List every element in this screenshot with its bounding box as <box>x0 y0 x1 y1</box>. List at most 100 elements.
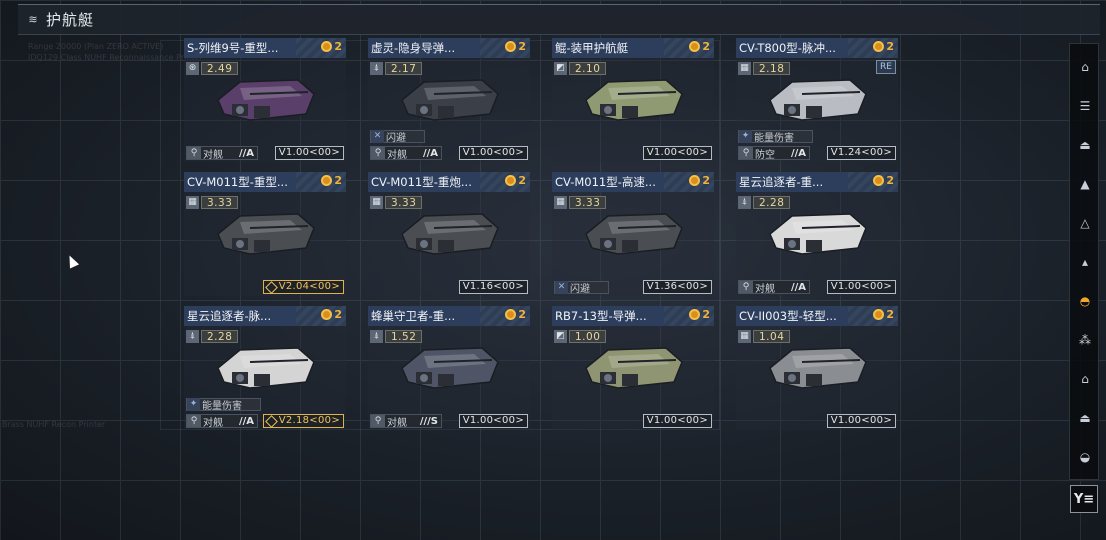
rail-button-flagship[interactable]: ⌂ <box>1070 48 1100 86</box>
medal-icon <box>873 309 885 320</box>
ship-card[interactable]: S-列维9号-重型... 2 ⊛ 2.49 ⚲ 对舰//A V1.00<00> <box>184 38 346 162</box>
ship-card[interactable]: CV-M011型-高速... 2 ▦ 3.33 ✕ 闪避 V1.36<00> <box>552 172 714 296</box>
ship-card[interactable]: CV-M011型-重炮... 2 ▦ 3.33 V1.16<00> <box>368 172 530 296</box>
rank-badge: 2 <box>505 174 526 187</box>
aircraft-icon: ⏏ <box>1079 411 1091 425</box>
version-badge: V2.04<00> <box>262 280 344 294</box>
trait-label: 闪避 <box>570 284 590 295</box>
ship-image <box>217 213 315 255</box>
medal-icon <box>689 309 701 320</box>
rail-button-fighter[interactable]: ⁂ <box>1070 321 1100 359</box>
rank-badge: 2 <box>873 308 894 321</box>
rail-button-frigate[interactable]: ▴ <box>1070 243 1100 281</box>
energy-icon: ✦ <box>739 130 752 143</box>
role-grade: //A <box>238 415 254 427</box>
ship-image <box>585 79 683 121</box>
ship-name: CV-M011型-重型... <box>187 175 288 189</box>
rank-badge: 2 <box>505 40 526 53</box>
cruiser-icon: ▲ <box>1080 177 1090 191</box>
rank-badge: 2 <box>689 174 710 187</box>
rail-button-destroyer[interactable]: △ <box>1070 204 1100 242</box>
role-icon: ⚲ <box>371 415 385 427</box>
ship-image <box>401 213 499 255</box>
rank-badge: 2 <box>321 40 342 53</box>
ship-image <box>401 347 499 389</box>
rail-button-misc[interactable]: ◒ <box>1070 438 1100 476</box>
version-badge: V2.18<00> <box>262 414 344 428</box>
rank-value: 2 <box>886 308 894 321</box>
ship-card[interactable]: CV-II003型-轻型... 2 ▦ 1.04 V1.00<00> <box>736 306 898 430</box>
rank-badge: 2 <box>321 174 342 187</box>
trait-label: 能量伤害 <box>202 401 242 412</box>
rail-button-corvette[interactable]: ◓ <box>1070 282 1100 320</box>
rail-button-battlecruiser[interactable]: ⏏ <box>1070 126 1100 164</box>
rail-button-station[interactable]: ⌂ <box>1070 360 1100 398</box>
rank-value: 2 <box>334 308 342 321</box>
medal-icon <box>873 41 885 52</box>
version-badge: V1.00<00> <box>826 280 896 294</box>
trait-label: 闪避 <box>386 133 406 144</box>
missile-icon: ⍋ <box>186 329 199 343</box>
version-badge: V1.00<00> <box>642 146 712 160</box>
medal-icon <box>321 309 333 320</box>
rail-button-cruiser[interactable]: ▲ <box>1070 165 1100 203</box>
re-badge: RE <box>876 60 896 74</box>
filter-icon: Y≡ <box>1073 491 1095 507</box>
ship-name: S-列维9号-重型... <box>187 41 279 55</box>
rank-badge: 2 <box>873 174 894 187</box>
header-bar: ≋ 护航艇 <box>18 5 1100 35</box>
grid-icon: ▦ <box>738 61 751 75</box>
grid-icon: ▦ <box>738 329 751 343</box>
ship-card[interactable]: 虚灵-隐身导弹... 2 ⍋ 2.17 ✕ 闪避 ⚲ 对舰//A V1.00<00> <box>368 38 530 162</box>
upgrade-diamond-icon <box>264 414 278 428</box>
rank-value: 2 <box>518 308 526 321</box>
rank-value: 2 <box>886 174 894 187</box>
medal-icon <box>505 41 517 52</box>
evade-icon: ✕ <box>555 281 568 294</box>
role-tag: ⚲ 对舰 //A <box>186 414 258 429</box>
category-rail: ⌂ ☰ ⏏ ▲ △ ▴ ◓ ⁂ ⌂ ⏏ ◒ <box>1069 43 1099 480</box>
ship-card[interactable]: 蜂巢守卫者-重... 2 ⍋ 1.52 ⚲ 对舰///S V1.00<00> <box>368 306 530 430</box>
medal-icon <box>689 175 701 186</box>
rail-button-aircraft[interactable]: ⏏ <box>1070 399 1100 437</box>
ship-image <box>769 213 867 255</box>
ship-card[interactable]: RB7-13型-导弹... 2 ◩ 1.00 V1.00<00> <box>552 306 714 430</box>
role-label: 防空 <box>755 149 775 161</box>
trait-label: 能量伤害 <box>754 133 794 144</box>
rail-button-carrier[interactable]: ☰ <box>1070 87 1100 125</box>
role-grade: //A <box>790 147 806 159</box>
role-grade: ///S <box>419 415 438 427</box>
ship-image <box>769 79 867 121</box>
role-label: 对舰 <box>387 417 407 429</box>
rank-badge: 2 <box>689 308 710 321</box>
ship-name: RB7-13型-导弹... <box>555 309 647 323</box>
role-label: 对舰 <box>755 283 775 295</box>
ship-image <box>401 79 499 121</box>
rank-badge: 2 <box>873 40 894 53</box>
version-label: V2.18<00> <box>278 415 340 426</box>
station-icon: ⌂ <box>1081 372 1089 386</box>
medal-icon <box>321 41 333 52</box>
background-text-2: IDQ129 Class NUHF Reconnaissance Printer <box>28 53 203 62</box>
fleet-icon: ⊛ <box>186 61 199 75</box>
fighter-icon: ⁂ <box>1079 333 1091 347</box>
role-tag: ⚲ 对舰 //A <box>186 146 258 161</box>
ship-card[interactable]: 星云追逐者-脉... 2 ⍋ 2.28 ✦ 能量伤害 ⚲ 对舰//A V2.18<00> <box>184 306 346 430</box>
layers-icon[interactable]: ≋ <box>26 13 40 27</box>
ship-card[interactable]: CV-M011型-重型... 2 ▦ 3.33 V2.04<00> <box>184 172 346 296</box>
ship-card-grid: S-列维9号-重型... 2 ⊛ 2.49 ⚲ 对舰//A V1.00<00> 虚灵-隐身导… <box>184 38 900 434</box>
missile-icon: ⍋ <box>370 329 383 343</box>
app-window: Range 20000 (Plan ZERO ACTIVE) IDQ129 Cl… <box>0 0 1106 540</box>
role-label: 对舰 <box>387 149 407 161</box>
ship-card[interactable]: CV-T800型-脉冲... 2 ▦ 2.18 RE ✦ 能量伤害 ⚲ 防空//A V1.24<… <box>736 38 898 162</box>
ship-name: 星云追逐者-重... <box>739 175 824 189</box>
missile-icon: ⍋ <box>738 195 751 209</box>
rank-badge: 2 <box>505 308 526 321</box>
ship-image <box>769 347 867 389</box>
battlecruiser-icon: ⏏ <box>1079 138 1091 152</box>
filter-button[interactable]: Y≡ <box>1070 485 1098 513</box>
ship-card[interactable]: 星云追逐者-重... 2 ⍋ 2.28 ⚲ 对舰//A V1.00<00> <box>736 172 898 296</box>
ship-name: 虚灵-隐身导弹... <box>371 41 456 55</box>
role-icon: ⚲ <box>739 147 753 159</box>
ship-card[interactable]: 鲲-装甲护航艇 2 ◩ 2.10 V1.00<00> <box>552 38 714 162</box>
